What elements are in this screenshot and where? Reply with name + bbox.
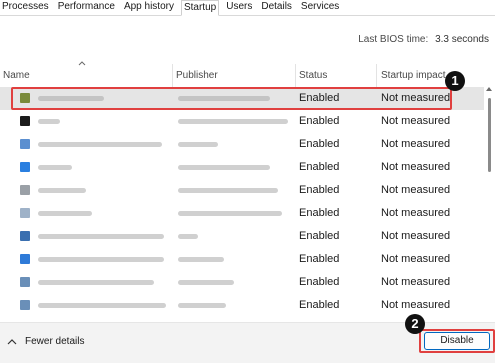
impact-cell: Not measured <box>381 276 451 288</box>
tab-services[interactable]: Services <box>299 0 341 15</box>
status-cell: Enabled <box>299 253 340 265</box>
blurred-app-name <box>38 234 164 239</box>
status-cell: Enabled <box>299 184 340 196</box>
table-row[interactable]: Enabled Not measured <box>0 110 484 133</box>
app-icon <box>20 185 30 195</box>
blurred-app-name <box>38 303 166 308</box>
status-cell: Enabled <box>299 161 340 173</box>
status-cell: Enabled <box>299 276 340 288</box>
tab-bar: Processes Performance App history Startu… <box>0 0 495 16</box>
fewer-details-label: Fewer details <box>25 336 85 347</box>
impact-cell: Not measured <box>381 184 451 196</box>
table-row[interactable]: Enabled Not measured <box>0 133 484 156</box>
impact-cell: Not measured <box>381 207 451 219</box>
scrollbar-thumb[interactable] <box>488 98 491 172</box>
blurred-publisher <box>178 257 224 262</box>
table-row[interactable]: Enabled Not measured <box>0 156 484 179</box>
step-badge-2: 2 <box>405 314 425 334</box>
app-icon <box>20 162 30 172</box>
blurred-app-name <box>38 280 154 285</box>
table-row[interactable]: Enabled Not measured <box>0 225 484 248</box>
impact-cell: Not measured <box>381 230 451 242</box>
bios-time-label: Last BIOS time: <box>358 34 429 45</box>
column-divider[interactable] <box>295 64 296 88</box>
app-icon <box>20 300 30 310</box>
tab-details[interactable]: Details <box>259 0 294 15</box>
bios-time: Last BIOS time: 3.3 seconds <box>358 34 489 45</box>
column-header-startup-impact[interactable]: Startup impact <box>381 70 445 81</box>
status-cell: Enabled <box>299 207 340 219</box>
impact-cell: Not measured <box>381 299 451 311</box>
impact-cell: Not measured <box>381 138 451 150</box>
app-icon <box>20 116 30 126</box>
tab-processes[interactable]: Processes <box>0 0 51 15</box>
status-cell: Enabled <box>299 115 340 127</box>
bios-time-value: 3.3 seconds <box>435 34 489 45</box>
table-row[interactable]: Enabled Not measured <box>0 179 484 202</box>
disable-button[interactable]: Disable <box>424 332 490 350</box>
chevron-up-icon <box>78 61 86 66</box>
impact-cell: Not measured <box>381 253 451 265</box>
tab-performance[interactable]: Performance <box>56 0 117 15</box>
tab-users[interactable]: Users <box>224 0 254 15</box>
status-cell: Enabled <box>299 138 340 150</box>
blurred-app-name <box>38 142 162 147</box>
table-row[interactable]: Enabled Not measured <box>0 202 484 225</box>
chevron-up-icon <box>7 338 17 344</box>
fewer-details-link[interactable]: Fewer details <box>7 336 84 347</box>
app-icon <box>20 139 30 149</box>
blurred-publisher <box>178 142 218 147</box>
column-divider[interactable] <box>172 64 173 88</box>
blurred-app-name <box>38 165 72 170</box>
blurred-publisher <box>178 165 270 170</box>
step-badge-1: 1 <box>445 71 465 91</box>
app-icon <box>20 277 30 287</box>
column-header-status[interactable]: Status <box>299 70 327 81</box>
column-header-publisher[interactable]: Publisher <box>176 70 218 81</box>
table-row[interactable]: Enabled Not measured <box>0 248 484 271</box>
blurred-publisher <box>178 211 282 216</box>
status-cell: Enabled <box>299 230 340 242</box>
blurred-app-name <box>38 211 92 216</box>
blurred-publisher <box>178 280 234 285</box>
tab-startup[interactable]: Startup <box>180 0 220 16</box>
impact-cell: Not measured <box>381 161 451 173</box>
app-icon <box>20 254 30 264</box>
blurred-app-name <box>38 188 86 193</box>
row-highlight-box <box>11 87 452 110</box>
tab-app-history[interactable]: App history <box>122 0 176 15</box>
app-icon <box>20 231 30 241</box>
blurred-publisher <box>178 119 288 124</box>
blurred-publisher <box>178 234 198 239</box>
column-divider[interactable] <box>376 64 377 88</box>
blurred-app-name <box>38 257 164 262</box>
startup-apps-list: Enabled Not measured Enabled Not measure… <box>0 87 484 317</box>
status-cell: Enabled <box>299 299 340 311</box>
table-row[interactable]: Enabled Not measured <box>0 271 484 294</box>
impact-cell: Not measured <box>381 115 451 127</box>
blurred-app-name <box>38 119 60 124</box>
scroll-up-arrow-icon[interactable] <box>486 86 492 92</box>
blurred-publisher <box>178 188 278 193</box>
column-header-name[interactable]: Name <box>3 70 30 81</box>
blurred-publisher <box>178 303 226 308</box>
app-icon <box>20 208 30 218</box>
